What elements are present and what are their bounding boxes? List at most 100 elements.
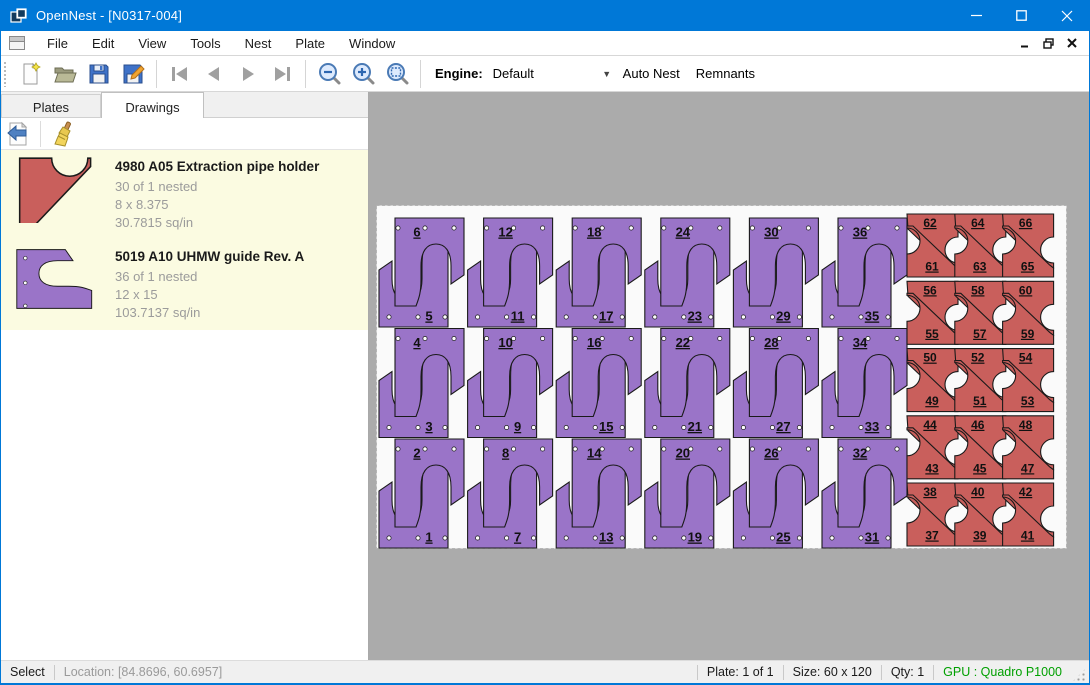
- drawing-nested-count: 30 of 1 nested: [115, 178, 319, 196]
- svg-text:25: 25: [776, 530, 790, 545]
- drawing-item-1[interactable]: 4980 A05 Extraction pipe holder 30 of 1 …: [1, 150, 368, 240]
- zoom-in-icon: [352, 62, 375, 85]
- svg-text:40: 40: [971, 485, 985, 499]
- go-previous-button[interactable]: [197, 59, 231, 89]
- svg-text:9: 9: [514, 419, 521, 434]
- drawing-nested-count: 36 of 1 nested: [115, 268, 304, 286]
- menu-bar: File Edit View Tools Nest Plate Window: [1, 31, 1089, 56]
- svg-text:38: 38: [923, 485, 937, 499]
- svg-text:41: 41: [1021, 529, 1035, 543]
- maximize-button[interactable]: [999, 0, 1044, 31]
- svg-text:27: 27: [776, 419, 790, 434]
- save-button[interactable]: [82, 59, 116, 89]
- menu-plate[interactable]: Plate: [283, 32, 337, 55]
- svg-text:10: 10: [498, 335, 512, 350]
- open-button[interactable]: [48, 59, 82, 89]
- document-system-icon[interactable]: [9, 36, 25, 50]
- close-button[interactable]: [1044, 0, 1089, 31]
- panel-toolbar-separator: [40, 121, 41, 147]
- svg-text:18: 18: [587, 225, 601, 240]
- zoom-in-button[interactable]: [346, 59, 380, 89]
- toolbar-separator: [156, 60, 157, 88]
- save-as-icon: [121, 62, 145, 86]
- svg-text:12: 12: [498, 225, 512, 240]
- tab-drawings[interactable]: Drawings: [101, 92, 204, 118]
- engine-select[interactable]: Default: [489, 63, 599, 85]
- zoom-out-button[interactable]: [312, 59, 346, 89]
- svg-text:16: 16: [587, 335, 601, 350]
- main-toolbar: Engine: Default ▼ Auto Nest Remnants: [1, 56, 1089, 92]
- svg-text:64: 64: [971, 216, 985, 230]
- go-last-button[interactable]: [265, 59, 299, 89]
- auto-nest-button[interactable]: Auto Nest: [615, 60, 688, 87]
- nest-canvas[interactable]: 2143658710912111413161518172019222124232…: [369, 92, 1089, 660]
- engine-value: Default: [493, 66, 534, 81]
- svg-text:61: 61: [925, 260, 939, 274]
- status-location: Location: [84.8696, 60.6957]: [64, 665, 222, 679]
- drawing-size: 8 x 8.375: [115, 196, 319, 214]
- svg-text:6: 6: [413, 225, 420, 240]
- svg-text:36: 36: [853, 225, 867, 240]
- svg-text:7: 7: [514, 530, 521, 545]
- menu-nest[interactable]: Nest: [233, 32, 284, 55]
- menu-window[interactable]: Window: [337, 32, 407, 55]
- mdi-close-button[interactable]: [1063, 35, 1081, 51]
- save-as-button[interactable]: [116, 59, 150, 89]
- minimize-button[interactable]: [954, 0, 999, 31]
- clear-brush-button[interactable]: [46, 120, 80, 148]
- svg-text:2: 2: [413, 446, 420, 461]
- svg-text:66: 66: [1019, 216, 1033, 230]
- svg-text:4: 4: [413, 335, 421, 350]
- svg-text:29: 29: [776, 309, 790, 324]
- remnants-button[interactable]: Remnants: [688, 60, 763, 87]
- mdi-restore-icon: [1043, 38, 1054, 49]
- svg-text:50: 50: [923, 351, 937, 365]
- drawing-title: 5019 A10 UHMW guide Rev. A: [115, 249, 304, 264]
- svg-text:53: 53: [1021, 394, 1035, 408]
- broom-icon: [50, 121, 76, 147]
- svg-text:49: 49: [925, 394, 939, 408]
- engine-dropdown-arrow[interactable]: ▼: [599, 64, 615, 84]
- open-folder-icon: [53, 62, 77, 86]
- svg-text:21: 21: [688, 419, 702, 434]
- svg-text:55: 55: [925, 327, 939, 341]
- status-qty: Qty: 1: [891, 665, 924, 679]
- svg-text:46: 46: [971, 418, 985, 432]
- menu-tools[interactable]: Tools: [178, 32, 232, 55]
- svg-text:59: 59: [1021, 327, 1035, 341]
- svg-text:14: 14: [587, 446, 602, 461]
- toolbar-grip[interactable]: [3, 61, 8, 87]
- svg-text:42: 42: [1019, 485, 1033, 499]
- go-next-button[interactable]: [231, 59, 265, 89]
- svg-text:13: 13: [599, 530, 613, 545]
- zoom-fit-button[interactable]: [380, 59, 414, 89]
- svg-text:43: 43: [925, 461, 939, 475]
- title-bar[interactable]: OpenNest - [N0317-004]: [1, 0, 1089, 31]
- new-button[interactable]: [14, 59, 48, 89]
- drawing-item-2[interactable]: 5019 A10 UHMW guide Rev. A 36 of 1 neste…: [1, 240, 368, 330]
- menu-view[interactable]: View: [126, 32, 178, 55]
- resize-grip[interactable]: [1072, 668, 1086, 682]
- mdi-close-icon: [1067, 38, 1077, 48]
- svg-text:20: 20: [676, 446, 690, 461]
- menu-edit[interactable]: Edit: [80, 32, 126, 55]
- svg-text:34: 34: [853, 335, 868, 350]
- svg-text:8: 8: [502, 446, 509, 461]
- svg-text:26: 26: [764, 446, 778, 461]
- drawings-panel: Plates Drawings: [1, 92, 369, 660]
- status-mode: Select: [1, 665, 45, 679]
- tab-plates[interactable]: Plates: [1, 94, 101, 117]
- svg-text:32: 32: [853, 446, 867, 461]
- go-first-button[interactable]: [163, 59, 197, 89]
- svg-text:23: 23: [688, 309, 702, 324]
- drawing-title: 4980 A05 Extraction pipe holder: [115, 159, 319, 174]
- svg-text:19: 19: [688, 530, 702, 545]
- return-drawing-button[interactable]: [1, 120, 35, 148]
- status-bar: Select Location: [84.8696, 60.6957] Plat…: [1, 660, 1089, 683]
- new-document-icon: [19, 62, 43, 86]
- svg-text:57: 57: [973, 327, 987, 341]
- menu-file[interactable]: File: [35, 32, 80, 55]
- engine-label: Engine:: [435, 66, 483, 81]
- mdi-minimize-button[interactable]: [1015, 35, 1033, 51]
- mdi-restore-button[interactable]: [1039, 35, 1057, 51]
